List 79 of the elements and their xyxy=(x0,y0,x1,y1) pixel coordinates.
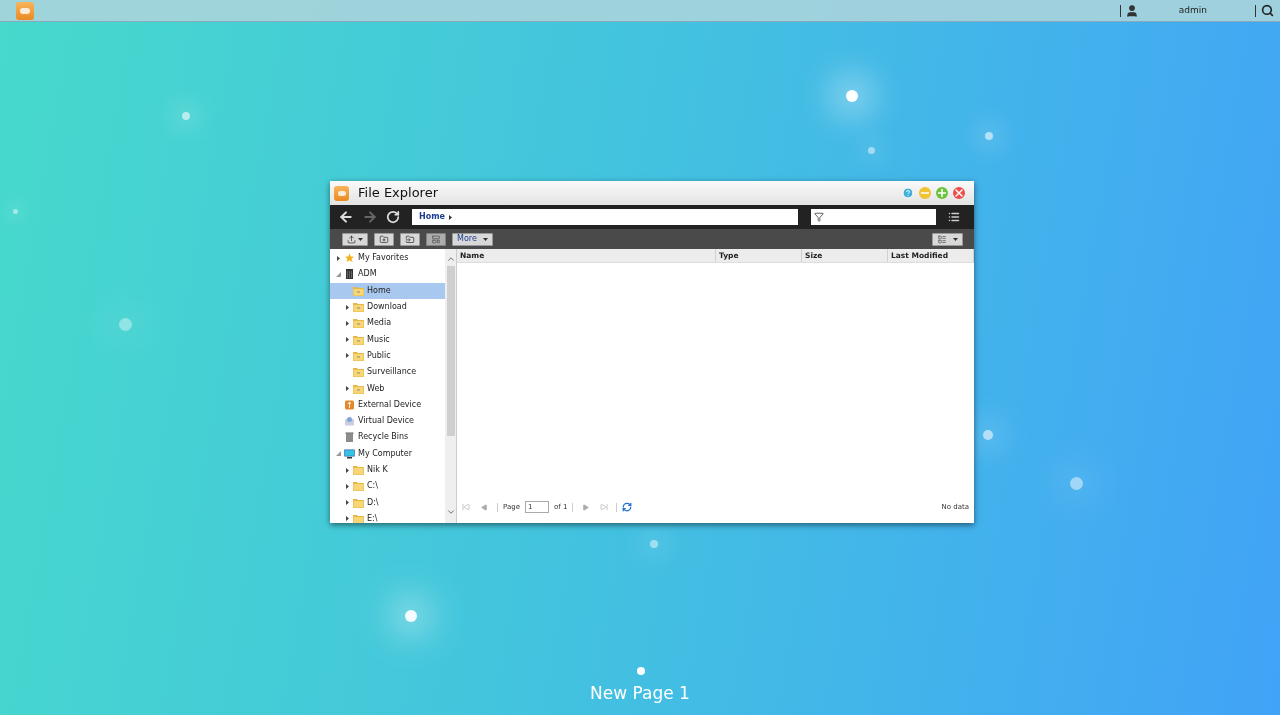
tree-item[interactable]: E:\ xyxy=(330,510,445,523)
tree-item[interactable]: D:\ xyxy=(330,494,445,511)
caret-icon xyxy=(482,237,488,241)
tree-item[interactable]: Home xyxy=(330,282,445,299)
filter-icon xyxy=(814,212,824,222)
app-icon xyxy=(334,185,349,201)
folder-icon xyxy=(353,481,364,492)
tree-item[interactable]: Media xyxy=(330,315,445,332)
expand-arrow-icon[interactable] xyxy=(345,337,349,343)
scroll-down-icon[interactable] xyxy=(445,507,456,517)
tree-item[interactable]: My Computer xyxy=(330,445,445,462)
tree-item[interactable]: Web xyxy=(330,380,445,397)
tree-item[interactable]: Music xyxy=(330,331,445,348)
path-arrow-icon[interactable] xyxy=(448,214,452,220)
forward-icon[interactable] xyxy=(362,209,378,225)
server-icon xyxy=(344,269,355,280)
expand-arrow-icon[interactable] xyxy=(345,353,349,359)
tree-item[interactable]: C:\ xyxy=(330,478,445,495)
scroll-up-icon[interactable] xyxy=(445,254,456,264)
expand-arrow-icon[interactable] xyxy=(345,386,349,391)
caret-icon xyxy=(358,237,363,241)
expand-arrow-icon[interactable] xyxy=(345,516,349,522)
close-icon[interactable] xyxy=(953,187,965,199)
star-icon xyxy=(344,253,355,264)
folder-arrow-icon xyxy=(405,234,415,244)
folder-icon xyxy=(353,350,364,361)
caret-icon xyxy=(953,237,958,241)
folder-icon xyxy=(353,302,364,313)
usb-drive-icon xyxy=(344,399,355,410)
username-label[interactable]: admin xyxy=(1178,3,1207,18)
folder-icon xyxy=(353,285,364,296)
folder-icon xyxy=(353,318,364,329)
view-mode-button[interactable] xyxy=(932,232,963,246)
scrollbar[interactable] xyxy=(445,249,456,523)
tree-item[interactable]: Surveillance xyxy=(330,364,445,381)
user-icon[interactable] xyxy=(1124,3,1139,18)
expand-arrow-icon[interactable] xyxy=(345,467,349,473)
folder-icon xyxy=(353,367,364,378)
path-field[interactable]: Home xyxy=(412,209,798,225)
folder-icon xyxy=(353,497,364,508)
folder-icon xyxy=(353,334,364,345)
expand-arrow-icon[interactable] xyxy=(345,304,349,310)
back-icon[interactable] xyxy=(338,209,354,225)
list-options-icon[interactable] xyxy=(948,211,960,223)
filter-field[interactable] xyxy=(811,209,936,225)
expand-arrow-icon[interactable] xyxy=(345,483,349,489)
tree-item[interactable]: Public xyxy=(330,347,445,365)
expand-arrow-icon[interactable] xyxy=(345,320,349,326)
tree-item[interactable]: Download xyxy=(330,298,445,316)
monitor-icon xyxy=(344,448,355,459)
move-folder-button[interactable] xyxy=(400,232,420,246)
upload-button[interactable] xyxy=(342,232,368,246)
expand-arrow-icon[interactable] xyxy=(345,500,349,506)
folder-icon xyxy=(353,513,364,523)
tree-item[interactable]: ADM xyxy=(330,266,445,283)
new-folder-button[interactable] xyxy=(374,232,394,246)
collapse-arrow-icon[interactable] xyxy=(335,451,341,457)
window-title: File Explorer xyxy=(358,184,438,203)
folder-icon xyxy=(353,383,364,394)
layout-icon xyxy=(431,234,441,244)
reload-icon[interactable] xyxy=(622,502,633,512)
disc-drive-icon xyxy=(344,416,355,427)
search-icon[interactable] xyxy=(1261,4,1274,17)
folder-icon xyxy=(353,465,364,475)
tree-item[interactable]: Virtual Device xyxy=(330,412,445,430)
collapse-arrow-icon[interactable] xyxy=(335,271,341,277)
tree-item[interactable]: External Device xyxy=(330,396,445,413)
more-button[interactable]: More xyxy=(452,232,493,246)
list-view-icon xyxy=(937,234,947,244)
upload-icon xyxy=(347,234,356,244)
tree-item[interactable]: My Favorites xyxy=(330,250,445,267)
folder-plus-icon xyxy=(379,234,389,244)
expand-arrow-icon[interactable] xyxy=(336,255,340,261)
tree-item[interactable]: Recycle Bins xyxy=(330,429,445,446)
refresh-icon[interactable] xyxy=(386,210,400,224)
trash-icon xyxy=(344,432,355,443)
layout-button[interactable] xyxy=(426,232,446,246)
tree-item[interactable]: Nik K xyxy=(330,461,445,479)
desktop-page-name: New Page 1 xyxy=(590,681,690,705)
